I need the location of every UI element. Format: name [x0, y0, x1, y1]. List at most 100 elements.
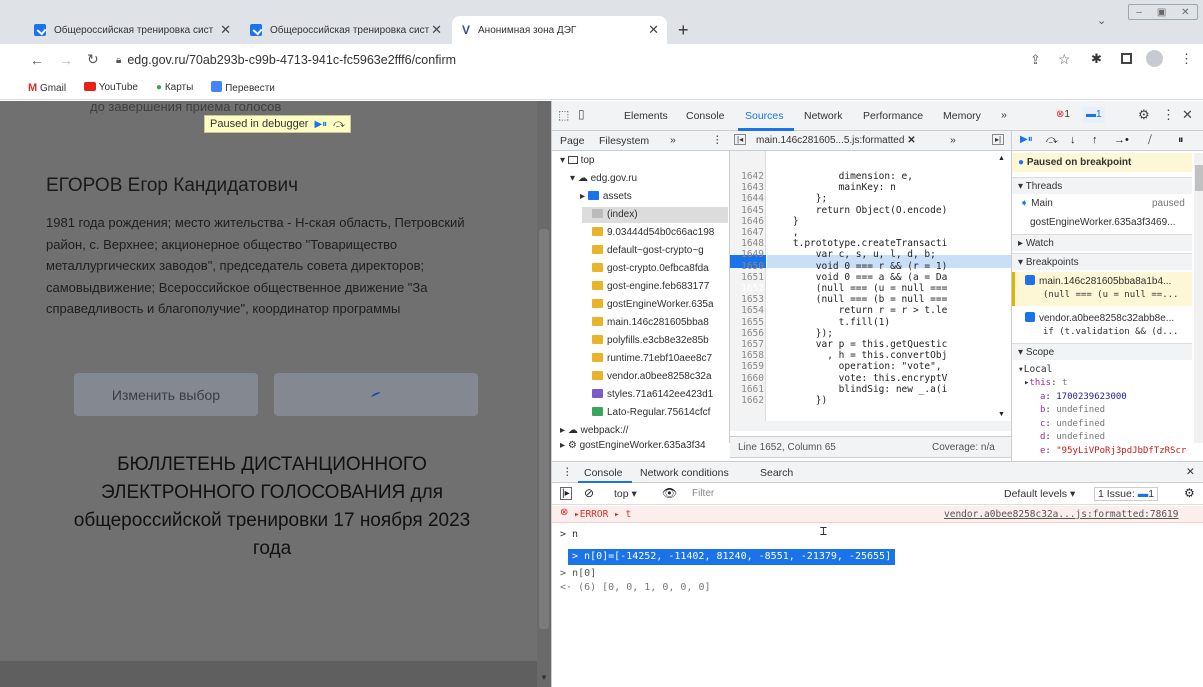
bookmark-gmail[interactable]: M Gmail — [28, 82, 66, 94]
new-tab-icon[interactable]: + — [678, 20, 689, 41]
scope-variable[interactable]: e: "95yLiVPoRj3pdJbDfTzRScr — [1040, 446, 1186, 456]
address-bar[interactable]: 🔒︎ edg.gov.ru/70ab293b-c99b-4713-941c-fc… — [110, 48, 1000, 72]
scope-variable[interactable]: a: 1700239623000 — [1040, 392, 1127, 402]
confirm-button-loading[interactable] — [274, 373, 478, 416]
line-number[interactable]: 1659 — [730, 361, 764, 372]
close-icon[interactable]: ✕ — [220, 22, 231, 38]
device-toolbar-icon[interactable]: ▯ — [578, 107, 585, 121]
tree-file[interactable]: runtime.71ebf10aee8c7 — [592, 353, 712, 364]
breakpoint-checkbox[interactable] — [1025, 312, 1035, 322]
line-number[interactable]: 1647 — [730, 227, 764, 238]
line-number[interactable]: 1646 — [730, 216, 764, 227]
scope-variable[interactable]: b: undefined — [1040, 405, 1105, 415]
threads-header[interactable]: ▾ Threads — [1012, 177, 1192, 194]
error-badge[interactable]: ⊗1 — [1056, 109, 1070, 120]
change-choice-button[interactable]: Изменить выбор — [74, 373, 258, 416]
close-devtools-icon[interactable]: ✕ — [1182, 107, 1193, 123]
line-number[interactable]: 1658 — [730, 350, 764, 361]
pause-exceptions-icon[interactable]: ⏸ — [1178, 134, 1184, 147]
step-over-icon[interactable]: ⤼ — [1046, 134, 1058, 147]
console-settings-icon[interactable]: ⚙ — [1184, 486, 1195, 500]
bookmark-youtube[interactable]: YouTube — [84, 82, 138, 93]
context-selector[interactable]: top ▾ — [614, 488, 637, 500]
tab-page[interactable]: Page — [560, 135, 585, 147]
maximize-icon[interactable]: ▣ — [1157, 7, 1166, 18]
bookmark-translate[interactable]: Перевести — [211, 81, 275, 94]
step-over-icon[interactable]: ⤼ — [333, 118, 345, 131]
more-files-icon[interactable]: » — [950, 134, 956, 146]
breakpoints-header[interactable]: ▾ Breakpoints — [1012, 253, 1192, 270]
back-icon[interactable]: ← — [30, 52, 44, 68]
sidebar-scrollbar[interactable] — [1194, 153, 1203, 443]
page-scrollbar[interactable]: ▼ — [537, 101, 551, 687]
editor-file-tab[interactable]: main.146c281605...5.js:formatted ✕ — [756, 135, 916, 146]
settings-gear-icon[interactable]: ⚙ — [1138, 107, 1150, 123]
breakpoint-1-active[interactable]: main.146c281605bba8a1b4... (null === (u … — [1012, 272, 1192, 306]
breakpoint-2[interactable]: vendor.a0bee8258c32abb8e... — [1025, 312, 1174, 324]
toggle-navigator-icon[interactable]: |◂ — [734, 134, 747, 145]
tree-file[interactable]: vendor.a0bee8258c32a — [592, 371, 712, 382]
scrollbar-thumb[interactable] — [539, 229, 549, 629]
tab-elements[interactable]: Elements — [624, 110, 668, 122]
line-number[interactable]: 1651 — [730, 272, 764, 283]
more-tabs-icon[interactable]: » — [1001, 109, 1007, 121]
more-icon[interactable]: » — [670, 134, 676, 146]
step-out-icon[interactable]: ↑ — [1092, 134, 1098, 146]
line-number[interactable]: 1652 — [730, 283, 764, 294]
close-icon[interactable]: ✕ — [431, 22, 442, 38]
tree-file[interactable]: gostEngineWorker.635a — [592, 299, 714, 310]
close-drawer-icon[interactable]: ✕ — [1186, 466, 1195, 478]
scope-variable[interactable]: d: undefined — [1040, 432, 1105, 442]
navigator-menu-icon[interactable]: ⋮ — [712, 134, 723, 146]
console-input-selected[interactable]: > n[0]=[-14252, -11402, 81240, -8551, -2… — [568, 549, 896, 565]
tree-item-worker[interactable]: ▸ ⚙ gostEngineWorker.635a3f34 — [560, 440, 730, 451]
sidebar-toggle-icon[interactable]: |▸ — [560, 487, 572, 500]
tree-item-webpack[interactable]: ▸ ☁ webpack:// — [560, 425, 628, 436]
line-number[interactable]: 1654 — [730, 305, 764, 316]
tree-file[interactable]: 9.03444d54b0c66ac198 — [592, 227, 714, 238]
console-filter-input[interactable]: Filter — [692, 488, 714, 499]
line-number[interactable]: 1662 — [730, 395, 764, 406]
toggle-debugger-icon[interactable]: ▸| — [992, 134, 1005, 145]
sidepanel-icon[interactable] — [1121, 53, 1132, 64]
scroll-down-icon[interactable]: ▼ — [998, 411, 1005, 418]
tab-filesystem[interactable]: Filesystem — [599, 135, 649, 147]
browser-tab-3-active[interactable]: V Анонимная зона ДЭГ ✕ — [452, 16, 667, 44]
breakpoint-checkbox[interactable] — [1025, 275, 1035, 285]
kebab-menu-icon[interactable]: ⋮ — [1162, 107, 1175, 123]
tree-item-domain[interactable]: ▾ ☁ edg.gov.ru — [570, 173, 637, 184]
avatar[interactable] — [1146, 50, 1163, 67]
minimize-icon[interactable]: – — [1136, 7, 1142, 18]
console-output-line[interactable]: <· (6) [0, 0, 1, 0, 0, 0] — [560, 582, 711, 593]
line-number[interactable]: 1661 — [730, 384, 764, 395]
scroll-down-icon[interactable]: ▼ — [540, 673, 548, 682]
error-source-link[interactable]: vendor.a0bee8258c32a...js:formatted:7861… — [944, 509, 1179, 520]
line-number[interactable]: 1648 — [730, 238, 764, 249]
scroll-up-icon[interactable]: ▲ — [998, 155, 1005, 162]
tab-performance[interactable]: Performance — [863, 110, 923, 122]
line-number[interactable]: 1653 — [730, 294, 764, 305]
line-number[interactable]: 1644 — [730, 193, 764, 204]
drawer-menu-icon[interactable]: ⋮ — [562, 466, 573, 478]
clear-console-icon[interactable]: ⊘ — [584, 486, 594, 500]
line-number[interactable]: 1645 — [730, 205, 764, 216]
star-icon[interactable]: ☆ — [1058, 51, 1071, 68]
issues-button[interactable]: 1 Issue: ▬1 — [1094, 487, 1159, 501]
thread-main[interactable]: ➧ Main — [1020, 198, 1053, 209]
tab-search-icon[interactable]: ⌄ — [1097, 14, 1106, 27]
tree-file[interactable]: main.146c281605bba8 — [592, 317, 709, 328]
menu-icon[interactable]: ⋮ — [1180, 51, 1193, 67]
tab-network[interactable]: Network — [804, 110, 843, 122]
bookmark-maps[interactable]: ● Карты — [156, 82, 193, 93]
tree-file[interactable]: styles.71a6142ee423d1 — [592, 389, 713, 400]
close-icon[interactable]: ✕ — [648, 22, 659, 38]
error-message[interactable]: ▸ERROR ▸ t — [574, 509, 631, 520]
deactivate-breakpoints-icon[interactable]: ⧸ — [1148, 134, 1152, 147]
thread-worker[interactable]: gostEngineWorker.635a3f3469... — [1030, 217, 1175, 228]
scrollbar-thumb[interactable] — [1195, 165, 1203, 191]
eye-icon[interactable]: 👁︎ — [662, 486, 677, 500]
message-badge[interactable]: ▬1 — [1083, 107, 1105, 123]
tree-file[interactable]: gost-crypto.0efbca8fda — [592, 263, 709, 274]
tab-sources[interactable]: Sources — [745, 110, 784, 122]
line-number[interactable]: 1643 — [730, 182, 764, 193]
